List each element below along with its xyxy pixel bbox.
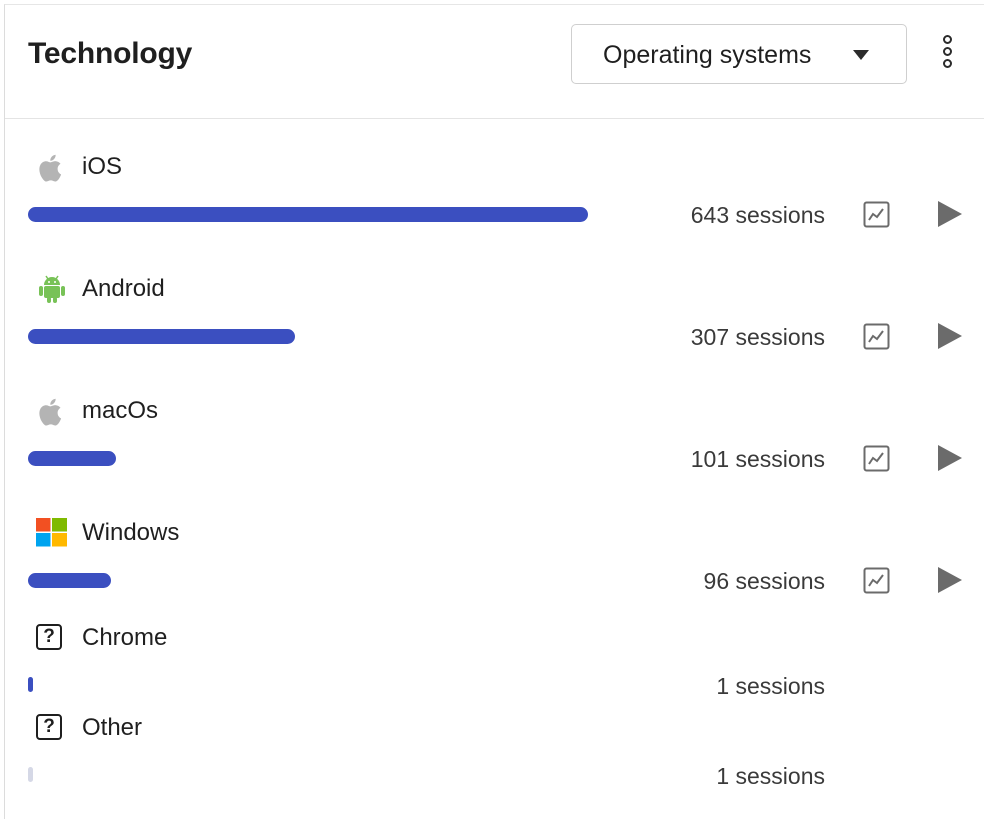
trend-chart-icon[interactable] — [863, 445, 890, 472]
trend-chart-icon[interactable] — [863, 201, 890, 228]
os-name: Android — [82, 275, 165, 302]
question-icon: ? — [36, 624, 62, 650]
dropdown-selected-value: Operating systems — [603, 41, 812, 69]
android-icon — [39, 275, 65, 303]
apple-icon — [39, 398, 62, 426]
apple-icon — [39, 154, 62, 182]
os-name: Other — [82, 714, 143, 741]
sessions-bar — [28, 767, 33, 782]
play-icon[interactable] — [938, 323, 962, 349]
play-icon[interactable] — [938, 201, 962, 227]
question-icon: ? — [36, 714, 62, 740]
play-icon[interactable] — [938, 445, 962, 471]
trend-chart-icon[interactable] — [863, 567, 890, 594]
sessions-count: 643 sessions — [690, 202, 825, 228]
sessions-bar — [28, 451, 116, 466]
caret-down-icon — [853, 50, 869, 60]
os-name: iOS — [82, 153, 123, 180]
os-name: Windows — [82, 519, 180, 546]
os-name: macOs — [82, 397, 159, 424]
sessions-count: 96 sessions — [703, 568, 825, 594]
category-dropdown[interactable]: Operating systems — [571, 24, 907, 84]
sessions-count: 1 sessions — [716, 763, 825, 789]
play-icon[interactable] — [938, 567, 962, 593]
card-title: Technology — [28, 37, 193, 70]
windows-icon — [36, 518, 67, 547]
sessions-bar — [28, 573, 111, 588]
trend-chart-icon[interactable] — [863, 323, 890, 350]
sessions-bar — [28, 677, 33, 692]
sessions-bar — [28, 207, 588, 222]
sessions-count: 307 sessions — [690, 324, 825, 350]
card-header: Technology Operating systems — [5, 5, 984, 119]
sessions-bar — [28, 329, 295, 344]
sessions-count: 101 sessions — [690, 446, 825, 472]
sessions-count: 1 sessions — [716, 673, 825, 699]
technology-card: Technology Operating systems iOS 643 ses… — [4, 4, 984, 819]
more-options-icon[interactable] — [935, 35, 959, 75]
os-name: Chrome — [82, 624, 168, 651]
